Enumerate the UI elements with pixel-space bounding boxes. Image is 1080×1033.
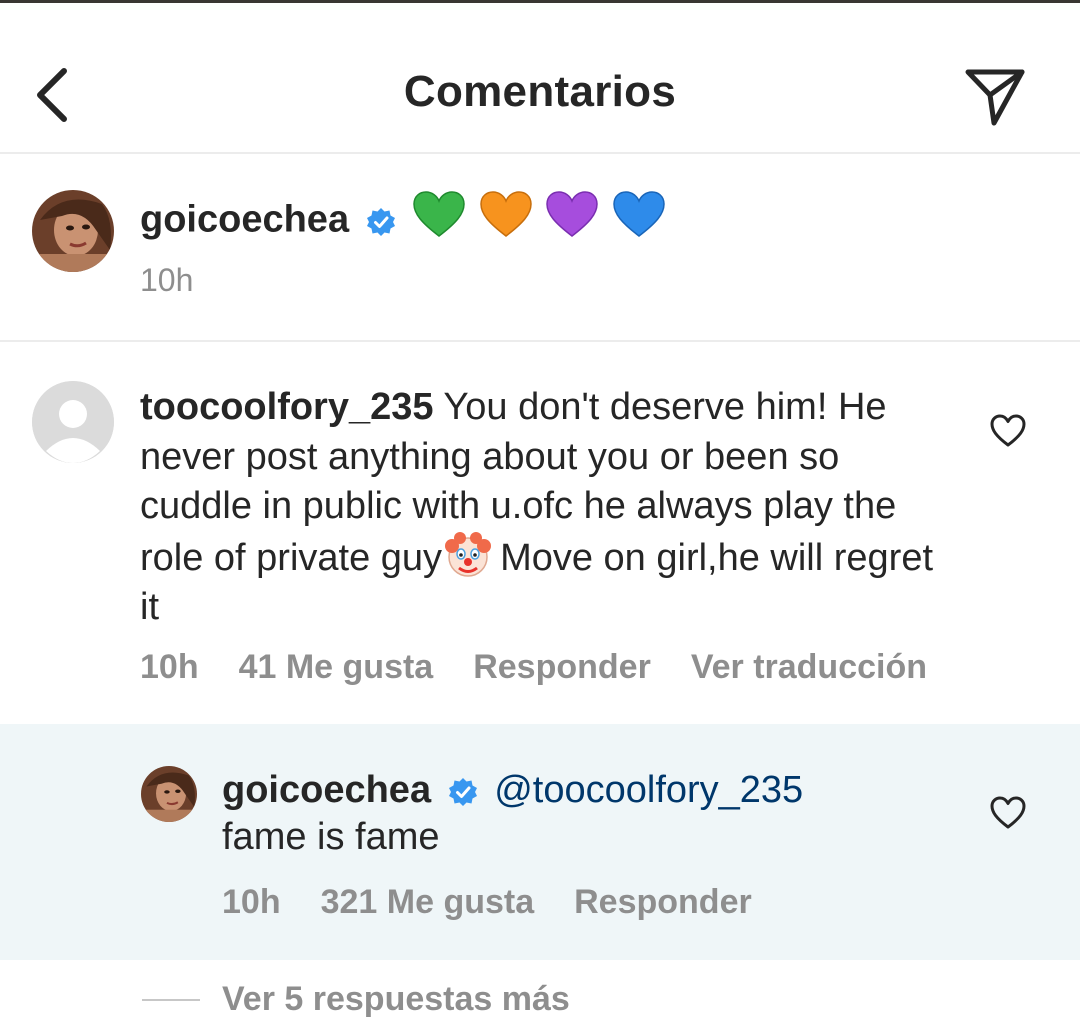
caption-emojis <box>412 190 666 253</box>
caption-timestamp: 10h <box>140 262 194 298</box>
header-divider <box>0 152 1080 154</box>
clown-face-icon <box>445 531 492 577</box>
green-heart-icon <box>413 191 465 237</box>
comment-timestamp: 10h <box>140 648 199 686</box>
verified-badge-icon <box>366 207 395 236</box>
view-more-replies[interactable]: Ver 5 respuestas más <box>222 980 570 1019</box>
comment-reply-button[interactable]: Responder <box>473 648 651 686</box>
purple-heart-icon <box>546 191 599 237</box>
view-more-divider <box>142 999 200 1001</box>
orange-heart-icon <box>480 191 532 237</box>
reply-reply-button[interactable]: Responder <box>574 883 752 921</box>
blue-heart-icon <box>613 191 665 237</box>
reply-username[interactable]: goicoechea <box>222 769 431 811</box>
page-title: Comentarios <box>403 67 677 116</box>
caption-divider <box>0 340 1080 342</box>
reply-mention[interactable]: @toocoolfory_235 <box>494 769 803 811</box>
reply-text: fame is fame <box>222 816 440 858</box>
heart-outline-icon <box>990 796 1026 829</box>
comment-meta: 10h 41 Me gusta Responder Ver traducción <box>140 648 927 687</box>
paper-plane-icon <box>965 69 1025 126</box>
share-button[interactable] <box>962 65 1028 129</box>
reply-meta: 10h 321 Me gusta Responder <box>222 883 752 922</box>
reply-timestamp: 10h <box>222 883 281 921</box>
reply-like-button[interactable] <box>988 793 1028 833</box>
avatar-placeholder[interactable] <box>32 381 114 463</box>
comment-like-count[interactable]: 41 Me gusta <box>239 648 434 686</box>
reply-like-count[interactable]: 321 Me gusta <box>321 883 535 921</box>
avatar-photo <box>141 766 197 822</box>
reply-avatar[interactable] <box>141 766 197 822</box>
comment-like-button[interactable] <box>988 411 1028 451</box>
comment-username[interactable]: toocoolfory_235 <box>140 386 434 428</box>
verified-badge-icon <box>448 777 477 806</box>
reply-highlight <box>0 724 1080 960</box>
comment-body: toocoolfory_235 You don't deserve him! H… <box>140 383 940 633</box>
translate-link[interactable]: Ver traducción <box>691 648 927 686</box>
comments-header: Comentarios <box>0 3 1080 153</box>
caption-line: goicoechea <box>140 190 666 253</box>
avatar-photo <box>32 190 114 272</box>
avatar[interactable] <box>32 190 114 272</box>
reply-header: goicoechea @toocoolfory_235 <box>222 766 803 814</box>
default-user-icon <box>32 381 114 463</box>
caption-username[interactable]: goicoechea <box>140 199 349 241</box>
heart-outline-icon <box>990 414 1026 447</box>
